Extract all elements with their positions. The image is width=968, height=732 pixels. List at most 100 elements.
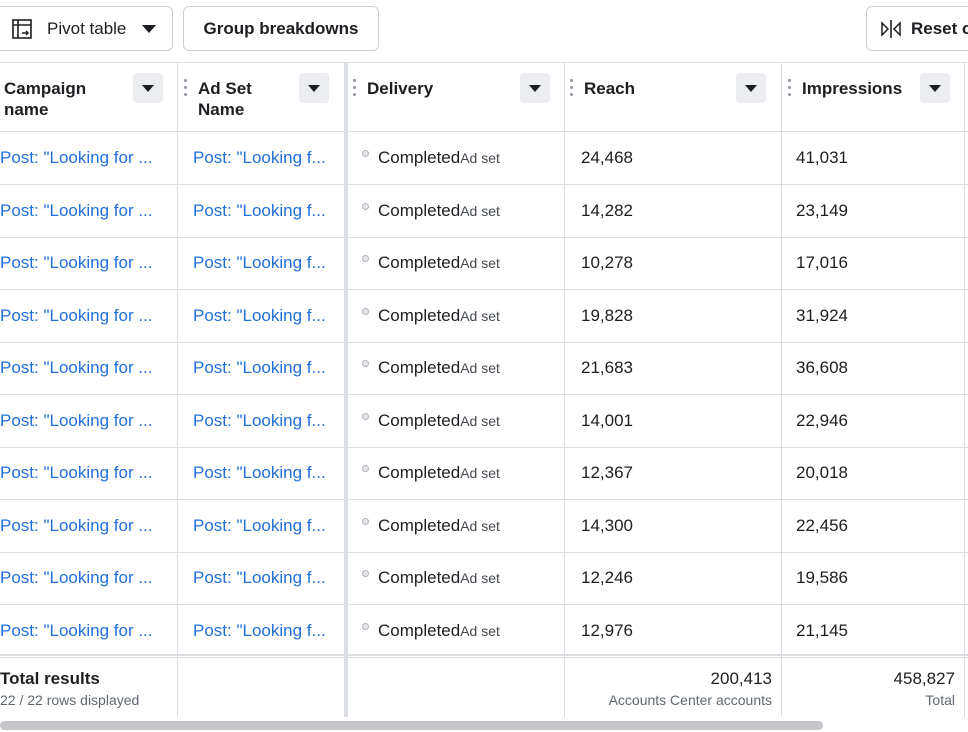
sort-caret-icon[interactable] — [133, 73, 163, 103]
table-row: Post: "Looking for ... Post: "Looking f..… — [0, 552, 968, 605]
ad-set-name-link[interactable]: Post: "Looking f... — [193, 185, 341, 237]
delivery-cell: CompletedAd set — [362, 132, 562, 184]
status-dot-icon — [362, 149, 369, 157]
column-header-campaign-name[interactable]: Campaign name — [4, 63, 124, 132]
campaign-name-link[interactable]: Post: "Looking for ... — [0, 290, 172, 342]
pivot-table-label: Pivot table — [47, 18, 127, 38]
campaign-name-link[interactable]: Post: "Looking for ... — [0, 447, 172, 499]
reset-columns-icon — [881, 19, 901, 38]
reach-value: 19,828 — [581, 306, 633, 325]
sort-caret-icon[interactable] — [736, 73, 766, 103]
drag-handle-icon[interactable] — [570, 79, 573, 101]
delivery-cell: CompletedAd set — [362, 447, 562, 499]
group-breakdowns-button[interactable]: Group breakdowns — [183, 6, 379, 51]
delivery-cell: CompletedAd set — [362, 500, 562, 552]
campaign-name-link[interactable]: Post: "Looking for ... — [0, 237, 172, 289]
campaign-name-link[interactable]: Post: "Looking for ... — [0, 500, 172, 552]
status-dot-icon — [362, 464, 369, 472]
total-reach: 200,413 — [710, 669, 772, 688]
column-header-ad-set-name[interactable]: Ad Set Name — [198, 63, 288, 132]
impressions-value: 31,924 — [796, 306, 848, 325]
reach-value: 14,282 — [581, 201, 633, 220]
sort-caret-icon[interactable] — [520, 73, 550, 103]
campaign-name-link[interactable]: Post: "Looking for ... — [0, 605, 172, 657]
reset-columns-button[interactable]: Reset c — [866, 6, 968, 51]
delivery-status: Completed — [378, 253, 461, 272]
table-row: Post: "Looking for ... Post: "Looking f..… — [0, 132, 968, 185]
chevron-down-icon — [142, 24, 157, 33]
delivery-level: Ad set — [460, 360, 500, 376]
table-row: Post: "Looking for ... Post: "Looking f..… — [0, 342, 968, 395]
delivery-level: Ad set — [460, 465, 500, 481]
campaign-name-link[interactable]: Post: "Looking for ... — [0, 132, 172, 184]
ad-set-name-link[interactable]: Post: "Looking f... — [193, 290, 341, 342]
table-header: Campaign name Ad Set Name Delivery Reach… — [0, 62, 968, 132]
campaign-name-link[interactable]: Post: "Looking for ... — [0, 185, 172, 237]
reach-value: 12,367 — [581, 463, 633, 482]
impressions-value: 17,016 — [796, 253, 848, 272]
reach-value: 12,246 — [581, 568, 633, 587]
delivery-status: Completed — [378, 463, 461, 482]
delivery-status: Completed — [378, 621, 461, 640]
delivery-status: Completed — [378, 306, 461, 325]
ad-set-name-link[interactable]: Post: "Looking f... — [193, 395, 341, 447]
impressions-value: 22,456 — [796, 516, 848, 535]
table-row: Post: "Looking for ... Post: "Looking f..… — [0, 447, 968, 500]
frozen-column-divider[interactable] — [344, 62, 348, 717]
column-header-reach[interactable]: Reach — [584, 63, 724, 132]
reach-value: 14,001 — [581, 411, 633, 430]
delivery-level: Ad set — [460, 255, 500, 271]
status-dot-icon — [362, 254, 369, 262]
ad-set-name-link[interactable]: Post: "Looking f... — [193, 237, 341, 289]
drag-handle-icon[interactable] — [788, 79, 791, 101]
status-dot-icon — [362, 569, 369, 577]
delivery-cell: CompletedAd set — [362, 342, 562, 394]
delivery-level: Ad set — [460, 413, 500, 429]
campaign-name-link[interactable]: Post: "Looking for ... — [0, 342, 172, 394]
delivery-level: Ad set — [460, 308, 500, 324]
column-header-delivery[interactable]: Delivery — [367, 63, 507, 132]
rows-displayed-count: 22 / 22 rows displayed — [0, 692, 140, 708]
table-row: Post: "Looking for ... Post: "Looking f..… — [0, 500, 968, 553]
impressions-value: 20,018 — [796, 463, 848, 482]
total-results-row: Total results 22 / 22 rows displayed 200… — [0, 654, 968, 717]
delivery-status: Completed — [378, 148, 461, 167]
delivery-status: Completed — [378, 358, 461, 377]
campaign-name-link[interactable]: Post: "Looking for ... — [0, 552, 172, 604]
table-row: Post: "Looking for ... Post: "Looking f..… — [0, 185, 968, 238]
total-results-label: Total results — [0, 669, 100, 688]
column-divider — [177, 62, 178, 717]
delivery-level: Ad set — [460, 150, 500, 166]
reach-value: 21,683 — [581, 358, 633, 377]
sort-caret-icon[interactable] — [299, 73, 329, 103]
ad-set-name-link[interactable]: Post: "Looking f... — [193, 605, 341, 657]
sort-caret-icon[interactable] — [920, 73, 950, 103]
drag-handle-icon[interactable] — [184, 79, 187, 101]
ad-set-name-link[interactable]: Post: "Looking f... — [193, 342, 341, 394]
campaign-name-link[interactable]: Post: "Looking for ... — [0, 395, 172, 447]
pivot-table-button[interactable]: Pivot table — [0, 6, 173, 51]
ad-set-name-link[interactable]: Post: "Looking f... — [193, 552, 341, 604]
ad-set-name-link[interactable]: Post: "Looking f... — [193, 500, 341, 552]
column-header-impressions[interactable]: Impressions — [802, 63, 917, 132]
drag-handle-icon[interactable] — [353, 79, 356, 101]
impressions-value: 21,145 — [796, 621, 848, 640]
table-toolbar: Pivot table Group breakdowns Reset c — [0, 0, 968, 62]
reach-value: 14,300 — [581, 516, 633, 535]
ad-set-name-link[interactable]: Post: "Looking f... — [193, 132, 341, 184]
total-reach-sub: Accounts Center accounts — [608, 692, 772, 708]
delivery-level: Ad set — [460, 203, 500, 219]
ad-set-name-link[interactable]: Post: "Looking f... — [193, 447, 341, 499]
impressions-value: 22,946 — [796, 411, 848, 430]
horizontal-scrollbar[interactable] — [0, 721, 823, 730]
delivery-cell: CompletedAd set — [362, 605, 562, 657]
column-divider — [564, 62, 565, 717]
delivery-level: Ad set — [460, 623, 500, 639]
reach-value: 10,278 — [581, 253, 633, 272]
delivery-cell: CompletedAd set — [362, 185, 562, 237]
delivery-cell: CompletedAd set — [362, 552, 562, 604]
table-row: Post: "Looking for ... Post: "Looking f..… — [0, 237, 968, 290]
impressions-value: 19,586 — [796, 568, 848, 587]
total-impressions-sub: Total — [925, 692, 955, 708]
reset-columns-label: Reset c — [911, 18, 968, 38]
